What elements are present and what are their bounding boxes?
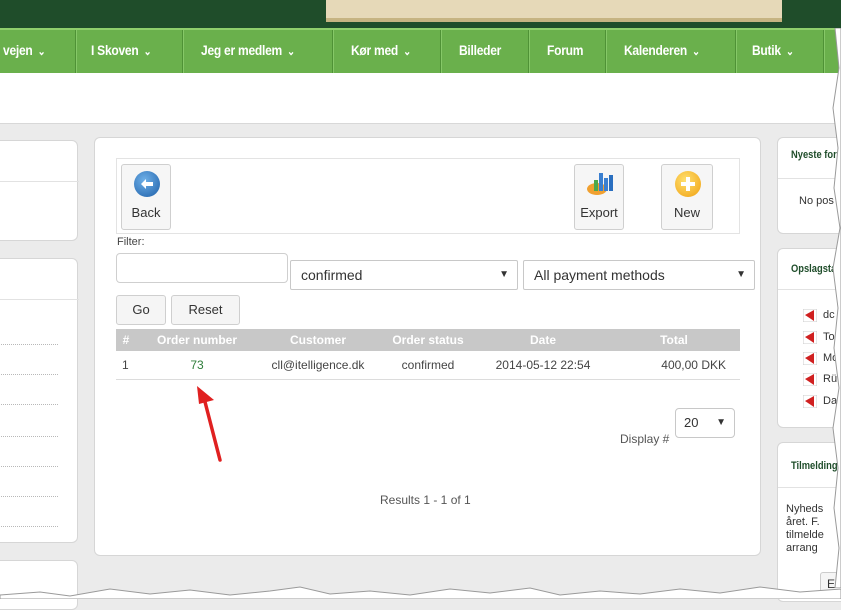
plus-glyph bbox=[681, 177, 695, 191]
column-header-customer[interactable]: Customer bbox=[258, 329, 378, 351]
nav-divider bbox=[182, 30, 184, 73]
export-chart-icon bbox=[587, 173, 613, 195]
column-header-date[interactable]: Date bbox=[478, 329, 608, 351]
nav-item-forum[interactable]: Forum bbox=[547, 30, 583, 73]
orders-toolbar: Back Export New bbox=[116, 158, 740, 234]
nav-divider bbox=[332, 30, 334, 73]
nav-divider bbox=[440, 30, 442, 73]
sub-header bbox=[0, 73, 841, 124]
list-item[interactable] bbox=[1, 466, 58, 468]
display-count-select[interactable]: 20 ▼ bbox=[675, 408, 735, 438]
order-number-link[interactable]: 73 bbox=[136, 351, 258, 380]
pdf-icon bbox=[803, 352, 817, 365]
order-status-select[interactable]: confirmed ▼ bbox=[290, 260, 518, 290]
reset-button[interactable]: Reset bbox=[171, 295, 240, 325]
left-panel-list bbox=[0, 258, 79, 543]
back-arrow-icon bbox=[134, 171, 160, 197]
table-row: 1 73 cll@itelligence.dk confirmed 2014-0… bbox=[116, 351, 740, 380]
column-header-order-status[interactable]: Order status bbox=[378, 329, 478, 351]
column-header-total[interactable]: Total bbox=[608, 329, 740, 351]
nav-item-vejen[interactable]: vejen ⌄ bbox=[3, 30, 46, 73]
nav-divider bbox=[823, 30, 825, 73]
chevron-down-icon: ⌄ bbox=[143, 46, 152, 58]
payment-method-select[interactable]: All payment methods ▼ bbox=[523, 260, 755, 290]
nav-divider bbox=[605, 30, 607, 73]
annotation-arrow-icon bbox=[197, 386, 222, 462]
dropdown-arrow-icon: ▼ bbox=[716, 417, 726, 428]
list-item[interactable] bbox=[1, 404, 58, 406]
export-button[interactable]: Export bbox=[574, 164, 624, 230]
cell-total: 400,00 DKK bbox=[608, 351, 740, 380]
nav-divider bbox=[75, 30, 77, 73]
nav-divider bbox=[528, 30, 530, 73]
site-header-bar bbox=[0, 0, 841, 28]
main-navigation: vejen ⌄ I Skoven ⌄ Jeg er medlem ⌄ Kør med ⌄… bbox=[0, 28, 841, 73]
torn-edge-decoration bbox=[0, 586, 841, 599]
left-panel-top bbox=[0, 140, 79, 241]
column-header-index[interactable]: # bbox=[116, 329, 136, 351]
new-button-label: New bbox=[673, 205, 700, 220]
chevron-down-icon: ⌄ bbox=[785, 46, 794, 58]
dropdown-arrow-icon: ▼ bbox=[499, 269, 509, 280]
list-item[interactable] bbox=[1, 344, 58, 346]
back-arrow-glyph bbox=[141, 179, 153, 189]
display-count-label: Display # bbox=[620, 432, 670, 446]
new-button[interactable]: New bbox=[661, 164, 713, 230]
go-button[interactable]: Go bbox=[116, 295, 166, 325]
cell-date: 2014-05-12 22:54 bbox=[478, 351, 608, 380]
nav-item-i-skoven[interactable]: I Skoven ⌄ bbox=[91, 30, 152, 73]
chevron-down-icon: ⌄ bbox=[287, 46, 295, 58]
signup-text-line: arrang bbox=[786, 542, 818, 554]
orders-table: # Order number Customer Order status Dat… bbox=[116, 329, 740, 380]
results-summary: Results 1 - 1 of 1 bbox=[380, 493, 471, 507]
table-header-row: # Order number Customer Order status Dat… bbox=[116, 329, 740, 351]
list-item[interactable] bbox=[1, 496, 58, 498]
cell-index: 1 bbox=[116, 351, 136, 380]
nav-item-billeder[interactable]: Billeder bbox=[459, 30, 501, 73]
list-item[interactable] bbox=[1, 526, 58, 528]
sidebar-signup-text: Nyheds året. F. tilmelde arrang bbox=[786, 503, 824, 555]
order-status-value: confirmed bbox=[301, 267, 363, 283]
header-banner-strip bbox=[326, 0, 782, 22]
panel-divider bbox=[0, 299, 79, 300]
signup-text-line: Nyheds bbox=[786, 503, 824, 515]
filter-label: Filter: bbox=[117, 236, 145, 248]
pdf-icon bbox=[803, 331, 817, 344]
display-count-value: 20 bbox=[684, 415, 699, 430]
back-button[interactable]: Back bbox=[121, 164, 171, 230]
chevron-down-icon: ⌄ bbox=[403, 46, 411, 58]
signup-text-line: året. F. bbox=[786, 516, 820, 528]
pdf-icon bbox=[803, 373, 817, 386]
pdf-icon bbox=[803, 309, 817, 322]
cell-status: confirmed bbox=[378, 351, 478, 380]
nav-item-kalenderen[interactable]: Kalenderen ⌄ bbox=[624, 30, 700, 73]
column-header-order-number[interactable]: Order number bbox=[136, 329, 258, 351]
chevron-down-icon: ⌄ bbox=[692, 46, 700, 58]
torn-right-edge-decoration bbox=[832, 28, 841, 588]
payment-method-value: All payment methods bbox=[534, 267, 665, 283]
nav-item-koer-med[interactable]: Kør med ⌄ bbox=[351, 30, 411, 73]
export-button-label: Export bbox=[580, 205, 618, 220]
pdf-icon bbox=[803, 395, 817, 408]
nav-divider bbox=[735, 30, 737, 73]
list-item[interactable] bbox=[1, 436, 58, 438]
plus-icon bbox=[675, 171, 701, 197]
dropdown-arrow-icon: ▼ bbox=[736, 269, 746, 280]
panel-divider bbox=[0, 181, 79, 182]
nav-item-butik[interactable]: Butik ⌄ bbox=[752, 30, 794, 73]
signup-text-line: tilmelde bbox=[786, 529, 824, 541]
chevron-down-icon: ⌄ bbox=[37, 46, 46, 58]
filter-input[interactable] bbox=[116, 253, 288, 283]
nav-item-jeg-er-medlem[interactable]: Jeg er medlem ⌄ bbox=[201, 30, 295, 73]
cell-customer: cll@itelligence.dk bbox=[258, 351, 378, 380]
list-item[interactable] bbox=[1, 374, 58, 376]
back-button-label: Back bbox=[131, 205, 161, 220]
